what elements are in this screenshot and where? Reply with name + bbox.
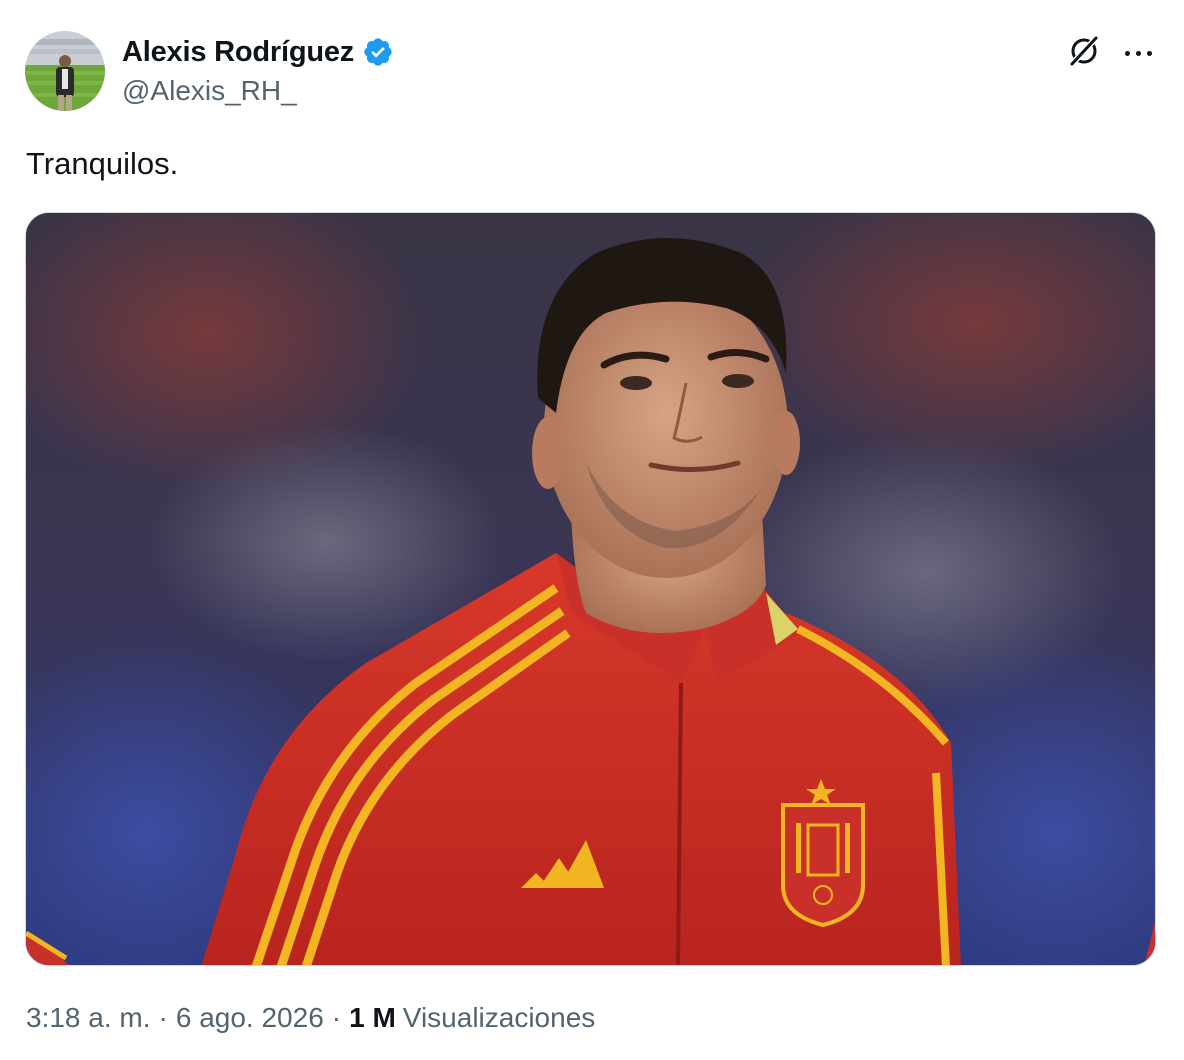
tweet-date-link[interactable]: 6 ago. 2026 bbox=[176, 1002, 324, 1034]
verified-badge-icon[interactable] bbox=[362, 36, 394, 68]
views-label: Visualizaciones bbox=[402, 1002, 596, 1033]
views-count: 1 M bbox=[349, 1002, 396, 1033]
more-options-button[interactable] bbox=[1116, 31, 1160, 75]
meta-separator: · bbox=[158, 1002, 168, 1033]
tweet-photo[interactable] bbox=[25, 212, 1156, 966]
grok-button[interactable] bbox=[1062, 31, 1106, 75]
avatar[interactable] bbox=[25, 31, 105, 111]
tweet: Alexis Rodríguez @Alexis_RH_ Tranquilos. bbox=[0, 0, 1184, 1060]
author-handle[interactable]: @Alexis_RH_ bbox=[122, 75, 394, 107]
name-row: Alexis Rodríguez bbox=[122, 33, 394, 71]
tweet-time-link[interactable]: 3:18 a. m. bbox=[26, 1002, 151, 1034]
tweet-meta: 3:18 a. m. · 6 ago. 2026 · 1 M Visualiza… bbox=[26, 1002, 595, 1034]
author-display-name[interactable]: Alexis Rodríguez bbox=[122, 36, 354, 69]
grok-icon bbox=[1067, 34, 1101, 73]
author-info: Alexis Rodríguez @Alexis_RH_ bbox=[122, 33, 394, 107]
more-horizontal-icon bbox=[1124, 50, 1152, 56]
tweet-text: Tranquilos. bbox=[26, 146, 179, 181]
meta-separator: · bbox=[331, 1002, 342, 1033]
